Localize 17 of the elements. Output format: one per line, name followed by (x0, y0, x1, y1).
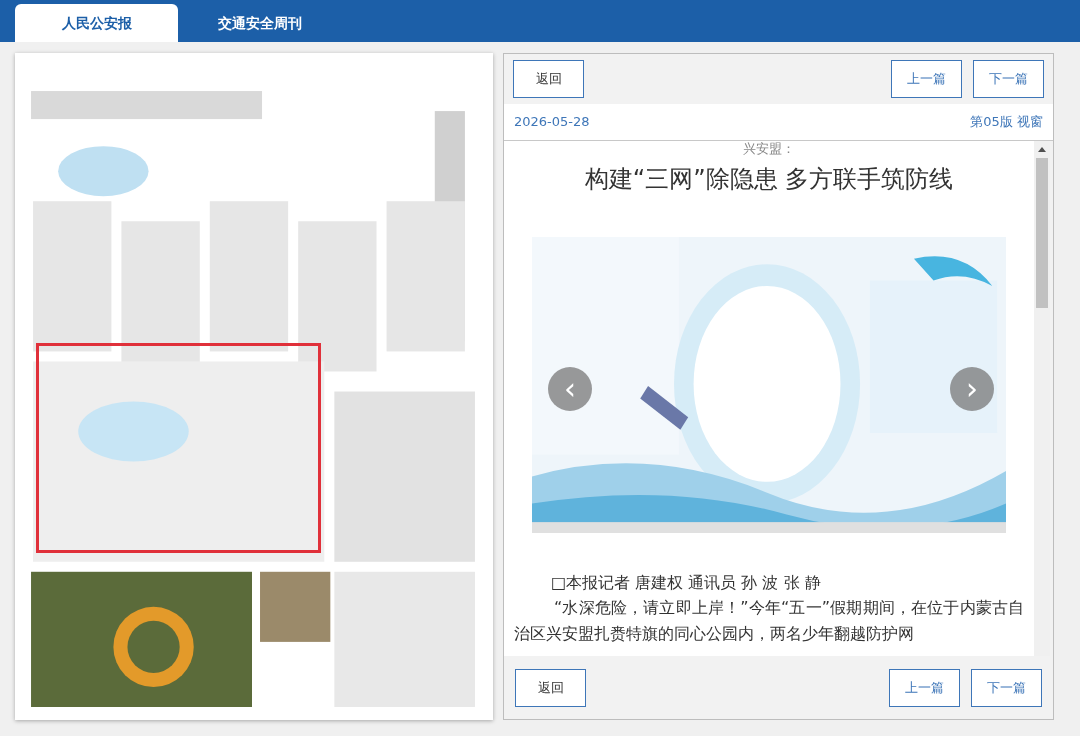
tab[interactable]: 交通安全周刊 (178, 4, 341, 42)
article-date: 2026-05-28 (514, 113, 590, 132)
nav-button[interactable]: 上一篇 (889, 668, 960, 707)
nav-button[interactable]: 上一篇 (891, 60, 962, 98)
back-button[interactable]: 返回 (513, 60, 584, 98)
nav-button[interactable]: 下一篇 (973, 60, 1044, 98)
scroll-up-icon[interactable] (1038, 147, 1046, 152)
article-paragraph: “水深危险，请立即上岸！”今年“五一”假期期间，在位于内蒙古自治区兴安盟扎赉特旗的同心公园内，两名少年翻越防护网 (513, 597, 1025, 645)
byline: □本报记者 唐建权 通讯员 孙 波 张 静 (550, 572, 822, 594)
article-title: 构建“三网”除隐患 多方联手筑防线 (583, 164, 955, 195)
scrollbar-thumb[interactable] (1036, 158, 1048, 308)
back-button[interactable]: 返回 (515, 668, 586, 707)
article-highlight[interactable] (36, 343, 321, 553)
tab[interactable]: 人民公安报 (15, 4, 178, 42)
nav-button[interactable]: 下一篇 (971, 668, 1042, 707)
article-kicker: 兴安盟： (742, 141, 796, 157)
page-section: 第05版 视窗 (970, 112, 1043, 132)
